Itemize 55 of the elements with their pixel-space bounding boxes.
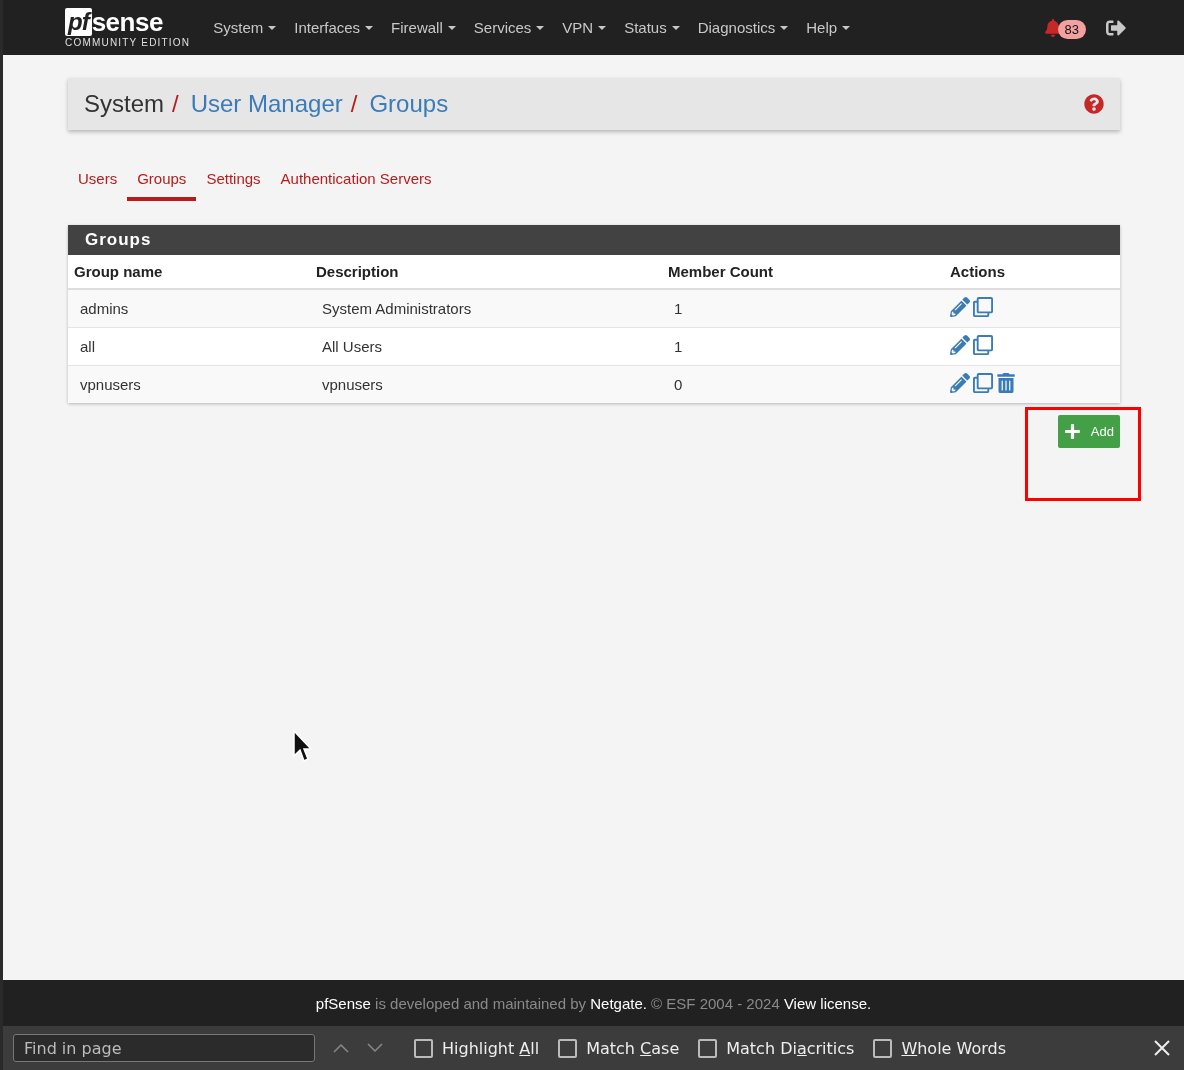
notification-count: 83	[1057, 20, 1086, 39]
nav-menu[interactable]: System	[204, 19, 286, 36]
checkbox-label: Match Case	[586, 1038, 680, 1058]
checkbox-label: Match Diacritics	[726, 1038, 855, 1058]
checkbox[interactable]	[558, 1038, 578, 1058]
nav-menu[interactable]: Interfaces	[285, 19, 383, 36]
nav-menu[interactable]: Diagnostics	[688, 19, 798, 36]
checkbox-label: Whole Words	[901, 1038, 1006, 1058]
breadcrumb-separator: /	[172, 90, 179, 118]
footer-text: pfSense is developed and maintained by Netgate. © ESF 2004 - 2024 View license.	[315, 994, 872, 1012]
checkbox[interactable]	[698, 1038, 718, 1058]
table-cell: admins	[68, 289, 310, 328]
table-cell: vpnusers	[68, 365, 310, 403]
pencil-icon[interactable]	[950, 373, 970, 393]
logo-word: sense	[91, 7, 163, 36]
breadcrumb-link[interactable]: User Manager	[190, 90, 343, 118]
trash-icon[interactable]	[996, 373, 1016, 393]
breadcrumb-separator: /	[350, 90, 358, 118]
nav-menu[interactable]: Help	[797, 19, 860, 36]
license-link[interactable]: View license.	[783, 994, 872, 1012]
panel-title: Groups	[68, 225, 1120, 255]
up-icon[interactable]	[333, 1043, 349, 1053]
tab[interactable]: Authentication Servers	[270, 166, 442, 201]
table-cell: System Administrators	[310, 289, 662, 328]
down-icon[interactable]	[367, 1043, 383, 1053]
table-cell: 0	[662, 365, 944, 403]
nav-menu[interactable]: VPN	[553, 19, 616, 36]
tab[interactable]: Users	[68, 166, 128, 201]
table-cell: vpnusers	[310, 365, 662, 403]
cursor-icon	[292, 730, 312, 764]
table-cell: 1	[662, 289, 944, 328]
breadcrumb-link[interactable]: Groups	[369, 90, 449, 118]
copy-icon[interactable]	[973, 373, 993, 393]
breadcrumb-text: System	[84, 90, 164, 118]
pencil-icon[interactable]	[950, 297, 970, 317]
nav-menu[interactable]: Status	[615, 19, 689, 36]
checkbox[interactable]	[873, 1038, 893, 1058]
pencil-icon[interactable]	[950, 335, 970, 355]
find-field[interactable]: Find in page	[13, 1034, 315, 1062]
table-cell: 1	[662, 327, 944, 366]
table-cell: all	[68, 327, 310, 366]
nav-menu[interactable]: Services	[464, 19, 554, 36]
copy-icon[interactable]	[973, 335, 993, 355]
close-icon[interactable]	[1154, 1040, 1170, 1056]
help-icon[interactable]	[1084, 94, 1104, 114]
table-cell: All Users	[310, 327, 662, 366]
tab[interactable]: Settings	[196, 166, 271, 201]
nav-menu[interactable]: Firewall	[382, 19, 465, 36]
checkbox[interactable]	[414, 1038, 433, 1058]
tab[interactable]: Groups	[127, 166, 197, 201]
checkbox-label: Highlight All	[442, 1038, 540, 1058]
copy-icon[interactable]	[973, 297, 993, 317]
logo-edition: COMMUNITY EDITION	[65, 36, 191, 48]
plus-icon	[1063, 423, 1081, 440]
logo-mark: pf	[65, 7, 92, 36]
